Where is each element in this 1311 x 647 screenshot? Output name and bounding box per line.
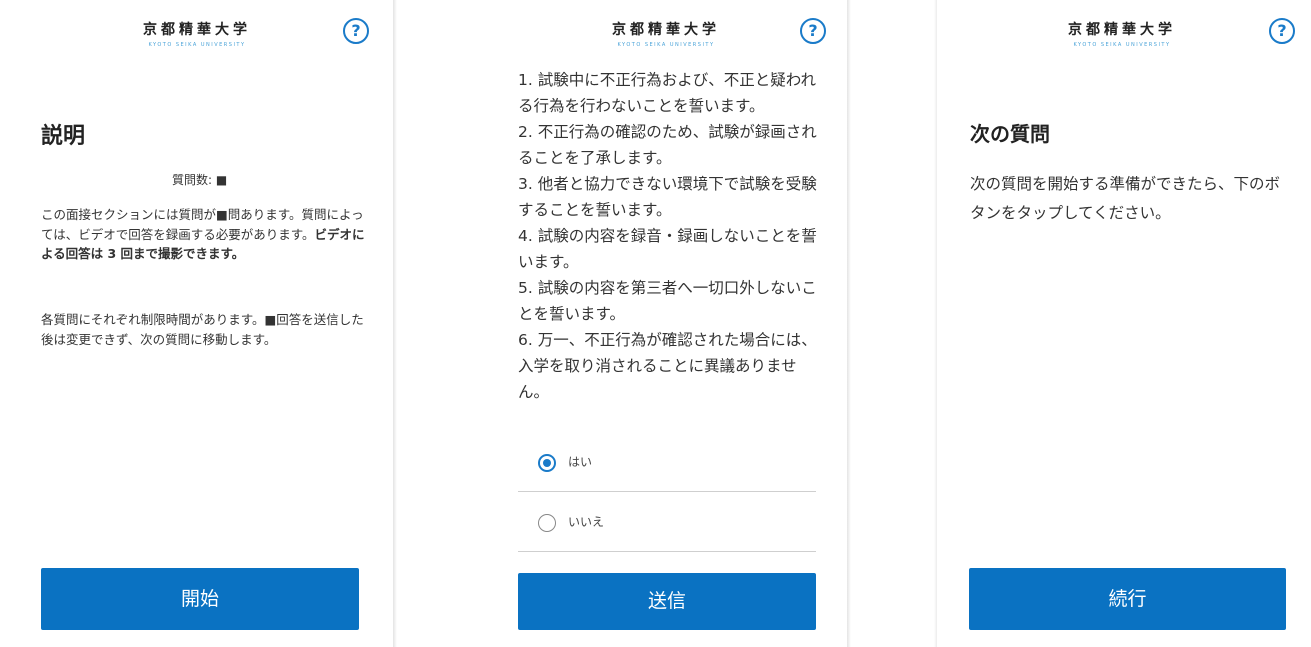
option-label: はい: [568, 455, 593, 469]
option-yes[interactable]: はい: [518, 432, 816, 492]
page-title: 次の質問: [970, 122, 1050, 146]
pledge-item: 4. 試験の内容を録音・録画しないことを誓います。: [518, 227, 817, 271]
next-question-text: 次の質問を開始する準備ができたら、下のボタンをタップしてください。: [970, 175, 1281, 222]
logo-subtitle: KYOTO SEIKA UNIVERSITY: [617, 42, 715, 48]
option-no[interactable]: いいえ: [518, 492, 816, 552]
help-icon[interactable]: ?: [343, 18, 369, 44]
pledge-item: 3. 他者と協力できない環境下で試験を受験することを誓います。: [518, 175, 817, 219]
option-label: いいえ: [568, 515, 605, 529]
university-logo: 京都精華大学 KYOTO SEIKA UNIVERSITY: [1062, 19, 1182, 48]
submit-button[interactable]: 送信: [518, 573, 816, 630]
page-title: 説明: [41, 124, 86, 149]
help-icon[interactable]: ?: [1269, 18, 1295, 44]
university-logo: 京都精華大学 KYOTO SEIKA UNIVERSITY: [606, 19, 726, 48]
logo-title: 京都精華大学: [143, 22, 251, 38]
panel-next-question: 京都精華大学 KYOTO SEIKA UNIVERSITY ? 次の質問 次の質…: [937, 0, 1311, 647]
start-button[interactable]: 開始: [41, 568, 359, 630]
logo-subtitle: KYOTO SEIKA UNIVERSITY: [1073, 42, 1171, 48]
panel-pledge: 京都精華大学 KYOTO SEIKA UNIVERSITY ? 1. 試験中に不…: [482, 0, 848, 647]
university-logo: 京都精華大学 KYOTO SEIKA UNIVERSITY: [137, 19, 257, 48]
panel-instructions: 京都精華大学 KYOTO SEIKA UNIVERSITY ? 説明 質問数: …: [0, 0, 394, 647]
pledge-item: 5. 試験の内容を第三者へ一切口外しないことを誓います。: [518, 279, 817, 323]
radio-selected-icon[interactable]: [538, 454, 556, 472]
logo-title: 京都精華大学: [612, 22, 720, 38]
continue-button[interactable]: 続行: [969, 568, 1286, 630]
logo-subtitle: KYOTO SEIKA UNIVERSITY: [148, 42, 246, 48]
panel-divider: [847, 0, 851, 647]
instructions-paragraph: この面接セクションには質問が■問あります。質問によっては、ビデオで回答を録画する…: [41, 205, 366, 264]
pledge-item: 1. 試験中に不正行為および、不正と疑われる行為を行わないことを誓います。: [518, 71, 816, 115]
help-icon[interactable]: ?: [800, 18, 826, 44]
question-count: 質問数: ■: [172, 173, 228, 187]
pledge-list: 1. 試験中に不正行為および、不正と疑われる行為を行わないことを誓います。 2.…: [518, 67, 822, 405]
pledge-item: 6. 万一、不正行為が確認された場合には、入学を取り消されることに異議ありません…: [518, 331, 817, 401]
time-limit-paragraph: 各質問にそれぞれ制限時間があります。■回答を送信した後は変更できず、次の質問に移…: [41, 312, 364, 347]
radio-unselected-icon[interactable]: [538, 514, 556, 532]
pledge-item: 2. 不正行為の確認のため、試験が録画されることを了承します。: [518, 123, 817, 167]
panel-divider: [393, 0, 397, 647]
logo-title: 京都精華大学: [1068, 22, 1176, 38]
